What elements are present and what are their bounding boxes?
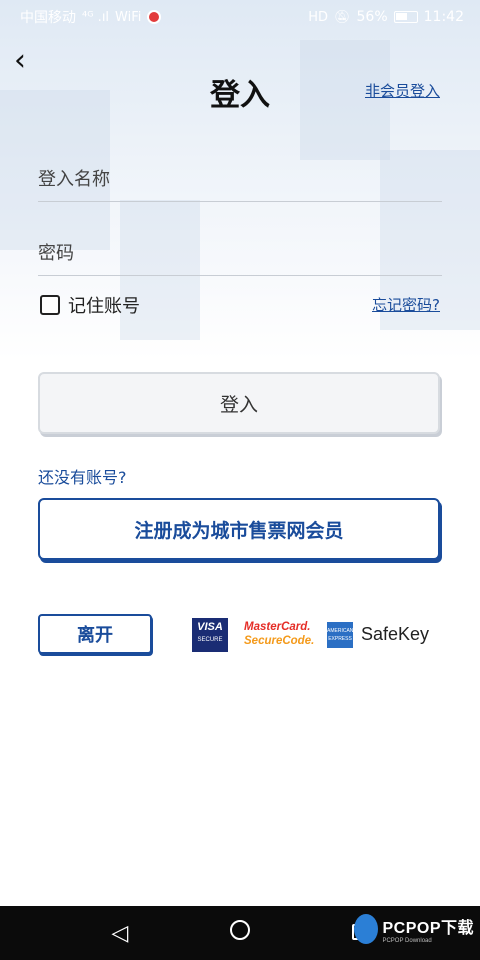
register-button[interactable]: 注册成为城市售票网会员 <box>38 498 440 560</box>
clock: 11:42 <box>423 9 464 25</box>
visa-text: VISA <box>197 621 223 633</box>
securecode-text: SecureCode. <box>244 635 315 647</box>
forgot-password-link[interactable]: 忘记密码? <box>372 294 440 315</box>
amex-line1: AMERICAN <box>327 628 354 634</box>
mastercard-text: MasterCard. <box>244 621 311 633</box>
carrier-label: 中国移动 <box>20 10 76 26</box>
password-field-container <box>38 232 442 276</box>
signal-icon: ⁴ᴳ .ıl <box>82 9 110 25</box>
amex-line2: EXPRESS <box>328 636 352 642</box>
login-button[interactable]: 登入 <box>38 372 440 434</box>
visa-secure-text: SECURE <box>192 637 228 643</box>
watermark-logo-icon <box>354 914 379 944</box>
username-field-container <box>38 158 442 202</box>
username-input[interactable] <box>38 158 442 201</box>
password-input[interactable] <box>38 232 442 275</box>
hd-icon: HD <box>308 9 328 25</box>
nav-back-icon[interactable]: ◁ <box>100 921 140 946</box>
guest-login-link[interactable]: 非会员登入 <box>365 80 440 101</box>
nav-home-icon[interactable] <box>220 920 260 946</box>
battery-icon <box>393 11 418 23</box>
leave-button[interactable]: 离开 <box>38 614 152 654</box>
wifi-icon: WiFi <box>115 9 142 25</box>
remember-label: 记住账号 <box>68 296 140 317</box>
mastercard-securecode-logo: MasterCard. SecureCode. <box>244 620 315 648</box>
safekey-logo: SafeKey <box>361 624 430 644</box>
remember-account[interactable]: 记住账号 <box>40 292 140 318</box>
location-pin-icon <box>147 10 162 24</box>
amex-logo: AMERICAN EXPRESS <box>327 622 353 648</box>
mute-icon: 🔕︎ <box>334 9 351 25</box>
watermark-text: PCPOP下载 <box>382 920 474 937</box>
watermark: PCPOP下载 PCPOP Download <box>354 914 474 944</box>
remember-checkbox[interactable] <box>40 295 60 315</box>
status-bar: 中国移动 ⁴ᴳ .ıl WiFi HD 🔕︎ 56% 11:42 <box>0 0 480 34</box>
no-account-text: 还没有账号? <box>38 468 127 487</box>
watermark-subtext: PCPOP Download <box>382 938 432 944</box>
visa-secure-logo: VISA SECURE <box>192 618 228 652</box>
battery-percent: 56% <box>356 9 388 25</box>
